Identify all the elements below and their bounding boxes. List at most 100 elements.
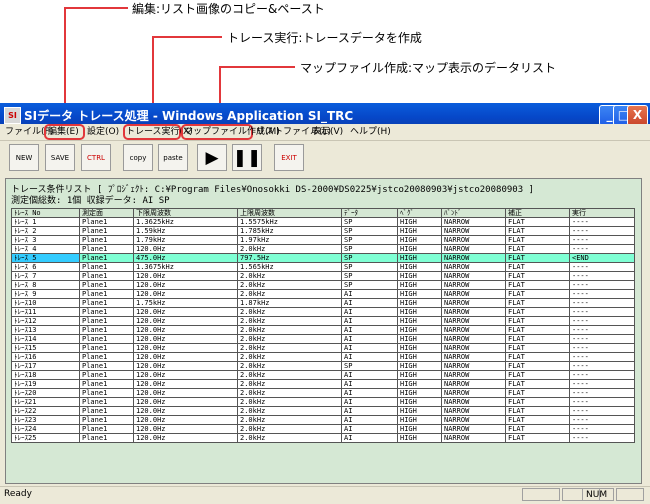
table-cell[interactable]: 2.0kHz	[237, 289, 342, 299]
table-cell[interactable]: 2.0kHz	[237, 379, 342, 389]
table-cell[interactable]: NARROW	[441, 424, 506, 434]
table-cell[interactable]: FLAT	[505, 325, 570, 335]
new-button[interactable]: NEW	[9, 144, 39, 171]
table-row[interactable]: ﾄﾚｰｽ19 Plane1 120.0Hz 2.0kHz AI HIGH NARROW FLA…	[11, 379, 635, 389]
table-cell[interactable]: FLAT	[505, 244, 570, 254]
table-cell[interactable]: ----	[569, 415, 635, 425]
table-cell[interactable]: Plane1	[79, 325, 134, 335]
table-cell[interactable]: 1.97kHz	[237, 235, 342, 245]
table-cell[interactable]: SP	[341, 280, 398, 290]
table-cell[interactable]: SP	[341, 262, 398, 272]
table-row[interactable]: ﾄﾚｰｽ16 Plane1 120.0Hz 2.0kHz AI HIGH NARROW FLA…	[11, 352, 635, 362]
table-cell[interactable]: NARROW	[441, 406, 506, 416]
play-button[interactable]: ▶	[197, 144, 227, 171]
table-cell[interactable]: ﾄﾚｰｽ13	[11, 325, 80, 335]
table-cell[interactable]: ----	[569, 325, 635, 335]
table-cell[interactable]: AI	[341, 397, 398, 407]
table-cell[interactable]: ﾄﾚｰｽ19	[11, 379, 80, 389]
table-cell[interactable]: 120.0Hz	[133, 433, 238, 443]
table-cell[interactable]: HIGH	[397, 244, 442, 254]
table-cell[interactable]: ﾄﾚｰｽ10	[11, 298, 80, 308]
table-row[interactable]: ﾄﾚｰｽ 4 Plane1 120.0Hz 2.0kHz SP HIGH NARROW FLA…	[11, 244, 635, 254]
table-cell[interactable]: ----	[569, 262, 635, 272]
table-cell[interactable]: AI	[341, 352, 398, 362]
table-cell[interactable]: 2.0kHz	[237, 352, 342, 362]
table-cell[interactable]: ﾄﾚｰｽ 2	[11, 226, 80, 236]
table-cell[interactable]: NARROW	[441, 226, 506, 236]
table-cell[interactable]: 1.3675kHz	[133, 262, 238, 272]
table-cell[interactable]: AI	[341, 415, 398, 425]
table-cell[interactable]: AI	[341, 388, 398, 398]
table-cell[interactable]: ﾄﾚｰｽ 7	[11, 271, 80, 281]
table-cell[interactable]: FLAT	[505, 361, 570, 371]
table-cell[interactable]: ----	[569, 361, 635, 371]
table-cell[interactable]: 120.0Hz	[133, 307, 238, 317]
table-cell[interactable]: 120.0Hz	[133, 352, 238, 362]
table-cell[interactable]: 2.0kHz	[237, 271, 342, 281]
table-cell[interactable]: FLAT	[505, 424, 570, 434]
table-cell[interactable]: 2.0kHz	[237, 397, 342, 407]
table-cell[interactable]: Plane1	[79, 253, 134, 263]
table-cell[interactable]: ----	[569, 244, 635, 254]
table-cell[interactable]: NARROW	[441, 352, 506, 362]
table-row[interactable]: ﾄﾚｰｽ24 Plane1 120.0Hz 2.0kHz AI HIGH NARROW FLA…	[11, 424, 635, 434]
table-cell[interactable]: 120.0Hz	[133, 343, 238, 353]
table-cell[interactable]: ﾄﾚｰｽ25	[11, 433, 80, 443]
table-cell[interactable]: 120.0Hz	[133, 379, 238, 389]
table-cell[interactable]: 120.0Hz	[133, 370, 238, 380]
table-cell[interactable]: 797.5Hz	[237, 253, 342, 263]
table-cell[interactable]: ----	[569, 370, 635, 380]
table-cell[interactable]: 1.79kHz	[133, 235, 238, 245]
table-cell[interactable]: ﾄﾚｰｽ14	[11, 334, 80, 344]
table-cell[interactable]: NARROW	[441, 388, 506, 398]
table-row[interactable]: ﾄﾚｰｽ 3 Plane1 1.79kHz 1.97kHz SP HIGH NARROW FL…	[11, 235, 635, 245]
table-cell[interactable]: ﾄﾚｰｽ17	[11, 361, 80, 371]
table-cell[interactable]: 1.87kHz	[237, 298, 342, 308]
table-cell[interactable]: ----	[569, 226, 635, 236]
table-cell[interactable]: FLAT	[505, 262, 570, 272]
table-cell[interactable]: HIGH	[397, 325, 442, 335]
table-cell[interactable]: ﾄﾚｰｽ 6	[11, 262, 80, 272]
header-lower-freq[interactable]: 下限周波数	[133, 208, 238, 218]
table-cell[interactable]: FLAT	[505, 307, 570, 317]
menu-view[interactable]: 表示(V)	[312, 125, 343, 139]
table-cell[interactable]: ﾄﾚｰｽ 1	[11, 217, 80, 227]
table-cell[interactable]: 2.0kHz	[237, 406, 342, 416]
table-cell[interactable]: ﾄﾚｰｽ15	[11, 343, 80, 353]
table-cell[interactable]: ----	[569, 316, 635, 326]
table-cell[interactable]: ﾄﾚｰｽ20	[11, 388, 80, 398]
table-cell[interactable]: Plane1	[79, 334, 134, 344]
control-button[interactable]: CTRL	[81, 144, 111, 171]
table-cell[interactable]: FLAT	[505, 226, 570, 236]
table-cell[interactable]: FLAT	[505, 271, 570, 281]
table-cell[interactable]: NARROW	[441, 253, 506, 263]
table-cell[interactable]: FLAT	[505, 280, 570, 290]
table-cell[interactable]: AI	[341, 316, 398, 326]
table-cell[interactable]: NARROW	[441, 415, 506, 425]
table-cell[interactable]: FLAT	[505, 343, 570, 353]
table-cell[interactable]: AI	[341, 307, 398, 317]
table-cell[interactable]: ----	[569, 271, 635, 281]
table-cell[interactable]: ﾄﾚｰｽ21	[11, 397, 80, 407]
table-cell[interactable]: 1.565kHz	[237, 262, 342, 272]
table-cell[interactable]: ﾄﾚｰｽ16	[11, 352, 80, 362]
table-cell[interactable]: 120.0Hz	[133, 316, 238, 326]
table-cell[interactable]: FLAT	[505, 298, 570, 308]
table-cell[interactable]: 2.0kHz	[237, 370, 342, 380]
table-cell[interactable]: AI	[341, 370, 398, 380]
table-cell[interactable]: 120.0Hz	[133, 325, 238, 335]
table-cell[interactable]: SP	[341, 244, 398, 254]
table-cell[interactable]: FLAT	[505, 289, 570, 299]
menu-settings[interactable]: 設定(O)	[87, 125, 119, 139]
table-row[interactable]: ﾄﾚｰｽ 6 Plane1 1.3675kHz 1.565kHz SP HIGH NARRO…	[11, 262, 635, 272]
table-cell[interactable]: AI	[341, 379, 398, 389]
table-row[interactable]: ﾄﾚｰｽ14 Plane1 120.0Hz 2.0kHz AI HIGH NARROW FLA…	[11, 334, 635, 344]
table-cell[interactable]: 120.0Hz	[133, 280, 238, 290]
table-cell[interactable]: FLAT	[505, 253, 570, 263]
table-row[interactable]: ﾄﾚｰｽ 9 Plane1 120.0Hz 2.0kHz AI HIGH NARROW FLA…	[11, 289, 635, 299]
table-cell[interactable]: NARROW	[441, 361, 506, 371]
table-cell[interactable]: Plane1	[79, 379, 134, 389]
table-row[interactable]: ﾄﾚｰｽ 1 Plane1 1.3625kHz 1.5575kHz SP HIGH NARR…	[11, 217, 635, 227]
table-cell[interactable]: ----	[569, 289, 635, 299]
table-cell[interactable]: HIGH	[397, 379, 442, 389]
